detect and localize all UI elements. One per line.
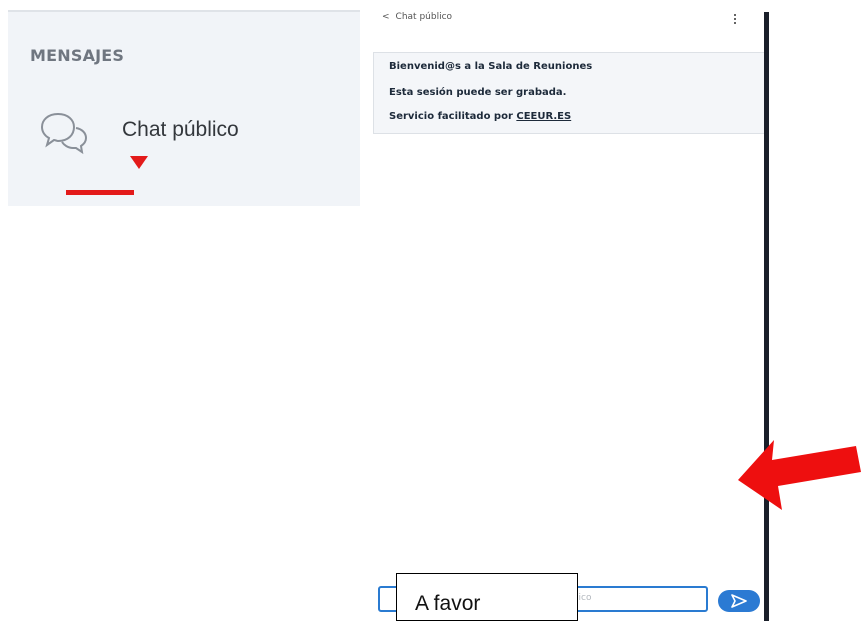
chat-header: < Chat público bbox=[382, 12, 742, 32]
sidebar-item-label: Chat público bbox=[122, 118, 239, 141]
recording-notice: Esta sesión puede ser grabada. bbox=[389, 87, 567, 98]
back-button[interactable]: < Chat público bbox=[382, 12, 452, 22]
welcome-message: Bienvenid@s a la Sala de Reuniones Esta … bbox=[373, 52, 765, 134]
annotation-box: A favor bbox=[396, 573, 578, 621]
chevron-left-icon: < bbox=[382, 12, 390, 22]
section-title: MENSAJES bbox=[30, 46, 125, 65]
send-button[interactable] bbox=[718, 590, 760, 612]
chat-title: Chat público bbox=[395, 12, 453, 22]
kebab-menu-icon[interactable] bbox=[732, 14, 738, 26]
window-edge bbox=[764, 12, 769, 621]
chat-bubbles-icon bbox=[40, 112, 88, 155]
red-underline-marker bbox=[66, 190, 134, 195]
ceeur-link[interactable]: CEEUR.ES bbox=[516, 111, 571, 122]
service-credit-prefix: Servicio facilitado por bbox=[389, 111, 517, 122]
sidebar-item-public-chat[interactable]: Chat público bbox=[36, 110, 296, 160]
input-placeholder: lico bbox=[576, 593, 592, 603]
panel-divider bbox=[8, 10, 360, 12]
service-credit: Servicio facilitado por CEEUR.ES bbox=[389, 111, 571, 122]
messages-panel: MENSAJES Chat público bbox=[8, 10, 360, 206]
red-arrow-icon bbox=[738, 440, 861, 510]
red-triangle-marker bbox=[130, 156, 148, 169]
welcome-line: Bienvenid@s a la Sala de Reuniones bbox=[389, 61, 593, 72]
send-arrow-icon bbox=[731, 594, 747, 608]
annotation-label: A favor bbox=[415, 592, 481, 615]
chat-window: < Chat público Bienvenid@s a la Sala de R… bbox=[362, 0, 765, 621]
